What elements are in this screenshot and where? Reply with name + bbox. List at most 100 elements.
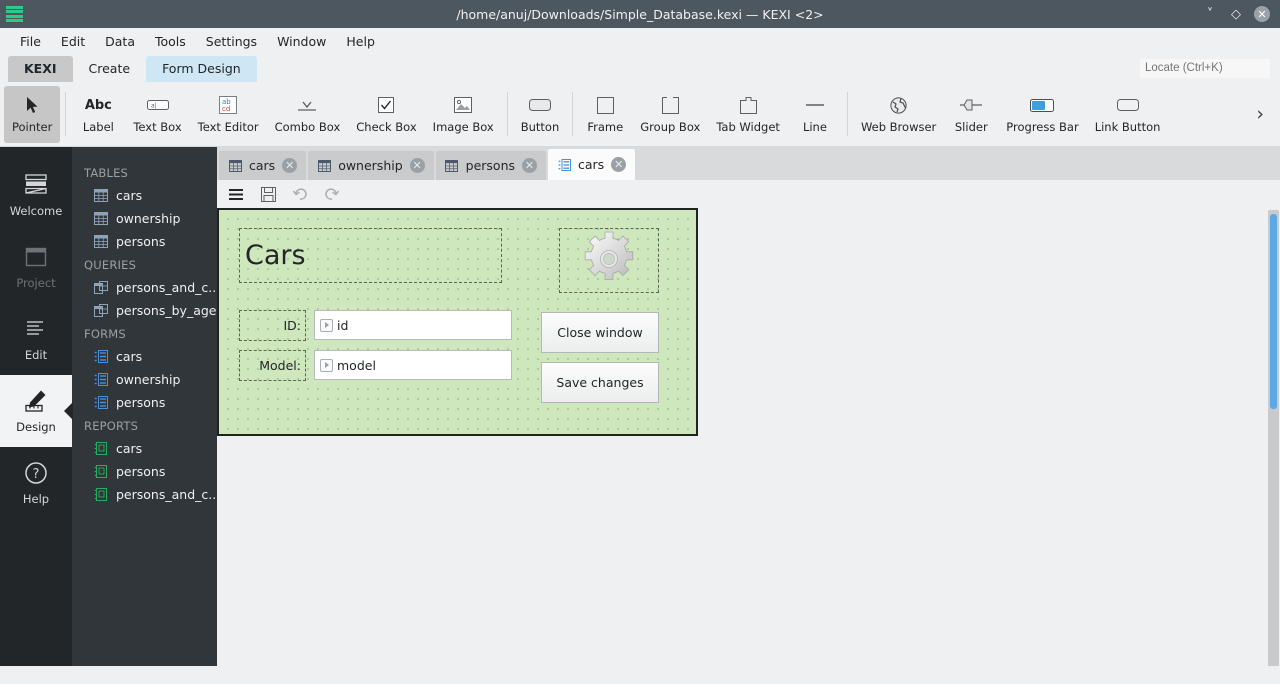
close-icon[interactable]: ✕ <box>522 158 538 173</box>
tool-link-button[interactable]: Link Button <box>1087 86 1169 143</box>
tool-label: Check Box <box>356 120 417 134</box>
form-title-label[interactable]: Cars <box>239 228 502 283</box>
nav-item-form-ownership[interactable]: ownership <box>72 368 217 391</box>
pointer-icon <box>24 94 40 116</box>
chevron-down-icon[interactable]: ˅ <box>1202 6 1218 22</box>
locate-input[interactable] <box>1140 59 1270 78</box>
combo-box-icon <box>296 94 318 116</box>
doc-tab-table-ownership[interactable]: ownership ✕ <box>308 151 434 180</box>
tool-button[interactable]: Button <box>513 86 568 143</box>
tool-check-box[interactable]: Check Box <box>348 86 424 143</box>
form-label-model[interactable]: Model: <box>239 350 306 381</box>
nav-item-report-persons[interactable]: persons <box>72 460 217 483</box>
doc-tab-table-persons[interactable]: persons ✕ <box>435 151 547 180</box>
nav-item-table-persons[interactable]: persons <box>72 230 217 253</box>
tool-text-editor[interactable]: ab cd Text Editor <box>190 86 267 143</box>
tab-create[interactable]: Create <box>73 56 147 82</box>
query-icon <box>94 281 108 295</box>
tool-pointer[interactable]: Pointer <box>4 85 61 143</box>
form-design-canvas[interactable]: Cars ID: id Model: model Close window Sa… <box>217 208 698 436</box>
nav-item-query-persons-and-c[interactable]: persons_and_c... <box>72 276 217 299</box>
menu-item-file[interactable]: File <box>10 30 51 53</box>
tool-label: Label <box>82 120 114 134</box>
close-icon[interactable]: ✕ <box>1254 6 1270 22</box>
title-bar: /home/anuj/Downloads/Simple_Database.kex… <box>0 0 1280 28</box>
nav-item-report-persons-and-c[interactable]: persons_and_c... <box>72 483 217 506</box>
tool-slider[interactable]: Slider <box>944 86 998 143</box>
save-icon[interactable] <box>259 185 277 203</box>
tool-image-box[interactable]: Image Box <box>425 86 502 143</box>
form-label-id[interactable]: ID: <box>239 310 306 341</box>
form-field-id[interactable]: id <box>314 310 512 340</box>
hamburger-menu-icon[interactable] <box>227 185 245 203</box>
toolbar-separator <box>506 92 508 136</box>
button-icon <box>529 94 551 116</box>
tool-label[interactable]: Abc Label <box>71 86 125 143</box>
tool-tab-widget[interactable]: Tab Widget <box>708 86 788 143</box>
tool-text-box[interactable]: a| Text Box <box>125 86 189 143</box>
form-icon <box>94 373 108 387</box>
tool-progress-bar[interactable]: Progress Bar <box>998 86 1086 143</box>
nav-item-label: cars <box>116 349 143 364</box>
form-button-close-window[interactable]: Close window <box>541 312 659 353</box>
nav-group-title-forms: FORMS <box>84 327 126 341</box>
nav-group-title-queries: QUERIES <box>84 258 137 272</box>
form-design-toolbar: Pointer Abc Label a| Text Box ab cd Text … <box>0 82 1280 147</box>
close-icon[interactable]: ✕ <box>409 158 425 173</box>
edit-icon <box>24 316 48 342</box>
menu-item-settings[interactable]: Settings <box>196 30 267 53</box>
tool-web-browser[interactable]: Web Browser <box>853 86 944 143</box>
doc-tab-form-cars[interactable]: cars ✕ <box>548 149 636 180</box>
report-icon <box>94 442 108 456</box>
tool-frame[interactable]: Frame <box>578 86 632 143</box>
nav-item-query-persons-by-age[interactable]: persons_by_age <box>72 299 217 322</box>
kexi-logo-icon <box>5 5 23 23</box>
sidebar-item-project[interactable]: Project <box>0 231 72 303</box>
close-icon[interactable]: ✕ <box>611 157 627 172</box>
chevron-right-icon[interactable]: › <box>1244 103 1276 125</box>
tab-form-design[interactable]: Form Design <box>146 56 257 82</box>
undo-icon[interactable] <box>291 185 309 203</box>
frame-icon <box>596 94 614 116</box>
svg-text:?: ? <box>33 467 40 482</box>
tab-kexi[interactable]: KEXI <box>8 56 73 82</box>
tool-label: Text Box <box>133 120 182 134</box>
menu-item-tools[interactable]: Tools <box>145 30 196 53</box>
menu-item-window[interactable]: Window <box>267 30 336 53</box>
nav-item-form-persons[interactable]: persons <box>72 391 217 414</box>
tool-combo-box[interactable]: Combo Box <box>267 86 349 143</box>
sidebar-item-edit[interactable]: Edit <box>0 303 72 375</box>
nav-item-table-ownership[interactable]: ownership <box>72 207 217 230</box>
group-box-icon <box>661 94 679 116</box>
tool-label: Web Browser <box>860 120 937 134</box>
menu-item-edit[interactable]: Edit <box>51 30 95 53</box>
sidebar-item-design[interactable]: Design <box>0 375 72 447</box>
nav-item-table-cars[interactable]: cars <box>72 184 217 207</box>
nav-item-report-cars[interactable]: cars <box>72 437 217 460</box>
app-logo <box>0 0 28 28</box>
form-title-text: Cars <box>245 240 306 271</box>
sidebar-item-help[interactable]: ? Help <box>0 447 72 519</box>
form-field-value: model <box>337 357 376 373</box>
sidebar-item-welcome[interactable]: Welcome <box>0 159 72 231</box>
form-button-save-changes[interactable]: Save changes <box>541 362 659 403</box>
progress-bar-icon <box>1030 94 1055 116</box>
tool-label: Line <box>802 120 827 134</box>
tool-group-box[interactable]: Group Box <box>632 86 708 143</box>
diamond-icon[interactable]: ◇ <box>1228 6 1244 22</box>
line-icon <box>805 94 825 116</box>
scrollbar-thumb[interactable] <box>1270 214 1277 409</box>
tool-line[interactable]: Line <box>788 86 842 143</box>
form-field-model[interactable]: model <box>314 350 512 380</box>
text-editor-icon: ab cd <box>218 94 238 116</box>
data-source-marker-icon <box>320 318 333 332</box>
menu-item-help[interactable]: Help <box>336 30 385 53</box>
close-icon[interactable]: ✕ <box>282 158 298 173</box>
form-image-box[interactable] <box>559 228 659 293</box>
nav-item-form-cars[interactable]: cars <box>72 345 217 368</box>
doc-tab-table-cars[interactable]: cars ✕ <box>219 151 307 180</box>
vertical-scrollbar[interactable] <box>1266 208 1280 666</box>
form-label-text: Model: <box>259 358 301 373</box>
redo-icon[interactable] <box>323 185 341 203</box>
menu-item-data[interactable]: Data <box>95 30 145 53</box>
